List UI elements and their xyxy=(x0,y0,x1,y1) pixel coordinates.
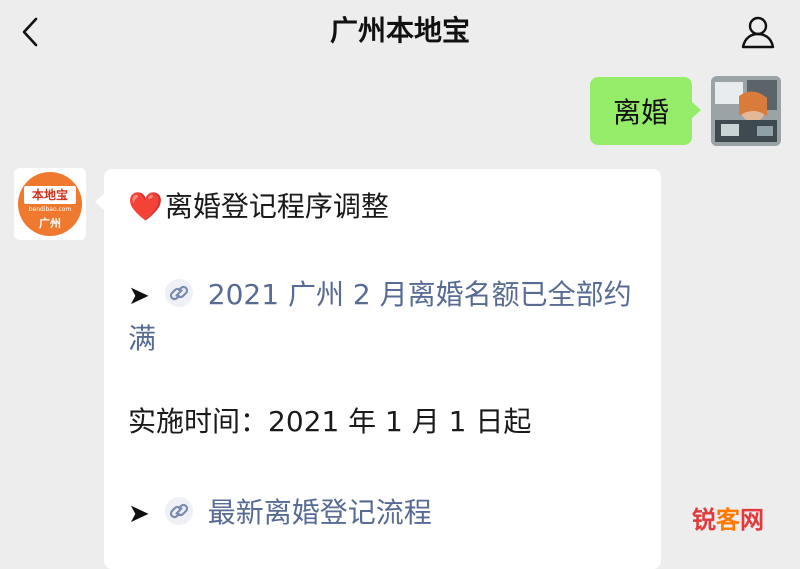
outgoing-message-bubble[interactable]: 离婚 xyxy=(590,77,701,145)
top-bar: 广州本地宝 xyxy=(0,0,800,66)
chat-title: 广州本地宝 xyxy=(329,14,470,47)
incoming-message-bubble: ❤️离婚登记程序调整 ➤ 2021 广州 2 月离婚名额已全部约 满 实施时间：… xyxy=(95,169,661,569)
message-heading-text: 离婚登记程序调整 xyxy=(164,190,389,223)
arrow-icon: ➤ xyxy=(128,281,150,311)
person-icon xyxy=(741,16,775,49)
link-icon xyxy=(164,279,193,307)
watermark-char-2: 客 xyxy=(716,506,740,534)
link-icon xyxy=(164,497,193,525)
site-watermark: 锐客网 xyxy=(670,498,786,542)
link-text-quota-continued[interactable]: 满 xyxy=(128,317,156,361)
watermark-char-3: 网 xyxy=(740,506,764,534)
watermark-char-1: 锐 xyxy=(692,506,716,534)
link-row-process[interactable]: ➤ 最新离婚登记流程 xyxy=(128,491,648,536)
link-row-quota[interactable]: ➤ 2021 广州 2 月离婚名额已全部约 xyxy=(128,273,648,318)
effective-date-text: 实施时间：2021 年 1 月 1 日起 xyxy=(128,405,532,438)
link-text-quota[interactable]: 2021 广州 2 月离婚名额已全部约 xyxy=(208,278,632,311)
arrow-icon: ➤ xyxy=(128,499,150,529)
user-avatar[interactable] xyxy=(711,76,781,146)
outgoing-message-text: 离婚 xyxy=(612,96,669,129)
chevron-left-icon xyxy=(22,17,38,47)
profile-button[interactable] xyxy=(738,12,778,52)
user-avatar-image xyxy=(711,76,781,146)
message-heading: ❤️离婚登记程序调整 xyxy=(128,187,389,227)
avatar-city-text: 广州 xyxy=(39,217,61,230)
avatar-domain-text: bendibao.com xyxy=(28,206,72,213)
avatar-logo-circle: 本地宝 bendibao.com 广州 xyxy=(18,172,82,236)
heart-icon: ❤️ xyxy=(128,190,163,223)
avatar-brand-text: 本地宝 xyxy=(24,186,76,204)
back-button[interactable] xyxy=(14,12,46,52)
official-account-avatar[interactable]: 本地宝 bendibao.com 广州 xyxy=(14,168,86,240)
link-text-process[interactable]: 最新离婚登记流程 xyxy=(208,496,432,529)
